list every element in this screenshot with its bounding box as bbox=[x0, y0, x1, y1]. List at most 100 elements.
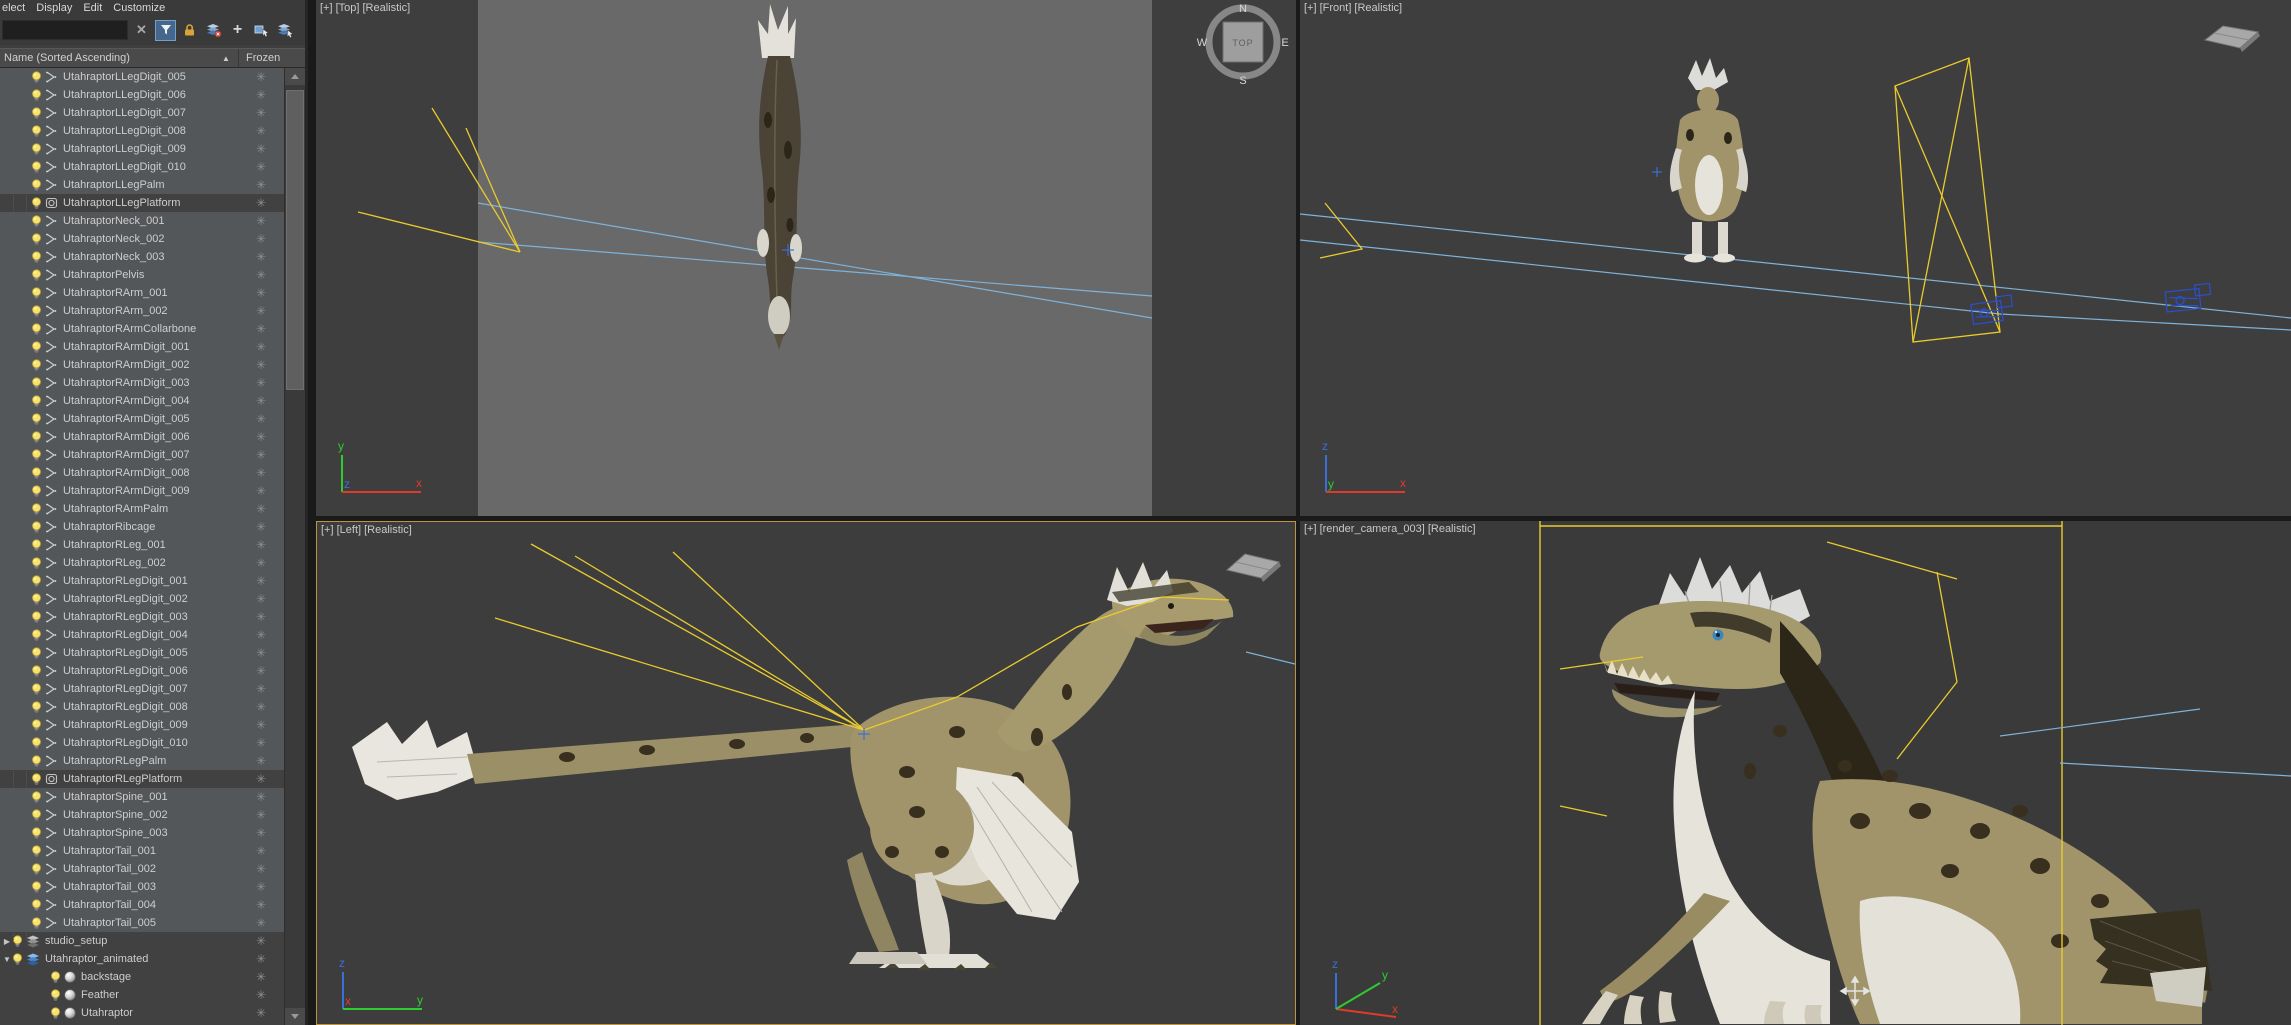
snowflake-icon[interactable]: ✳ bbox=[246, 773, 276, 785]
list-item[interactable]: UtahraptorLLegDigit_010 ✳ bbox=[0, 158, 284, 176]
viewport-front[interactable]: [+] [Front] [Realistic] z x y bbox=[1300, 0, 2291, 516]
list-item[interactable]: UtahraptorTail_003 ✳ bbox=[0, 878, 284, 896]
list-item[interactable]: UtahraptorRLegDigit_003 ✳ bbox=[0, 608, 284, 626]
list-item[interactable]: UtahraptorRLegDigit_008 ✳ bbox=[0, 698, 284, 716]
list-item[interactable]: UtahraptorRLegDigit_006 ✳ bbox=[0, 662, 284, 680]
snowflake-icon[interactable]: ✳ bbox=[246, 881, 276, 893]
search-input[interactable] bbox=[2, 20, 128, 40]
snowflake-icon[interactable]: ✳ bbox=[246, 485, 276, 497]
viewport-render-camera[interactable]: [+] [render_camera_003] [Realistic] z x … bbox=[1300, 521, 2291, 1025]
list-item[interactable]: UtahraptorRArmDigit_003 ✳ bbox=[0, 374, 284, 392]
viewport-camera-label[interactable]: [+] [render_camera_003] [Realistic] bbox=[1304, 523, 1476, 535]
light-bulb-icon[interactable] bbox=[31, 826, 42, 840]
list-item[interactable]: UtahraptorRLegDigit_009 ✳ bbox=[0, 716, 284, 734]
light-bulb-icon[interactable] bbox=[31, 358, 42, 372]
light-bulb-icon[interactable] bbox=[31, 538, 42, 552]
snowflake-icon[interactable]: ✳ bbox=[246, 1007, 276, 1019]
light-bulb-icon[interactable] bbox=[31, 718, 42, 732]
snowflake-icon[interactable]: ✳ bbox=[246, 287, 276, 299]
light-bulb-icon[interactable] bbox=[12, 934, 23, 948]
list-item[interactable]: UtahraptorRArmDigit_007 ✳ bbox=[0, 446, 284, 464]
expand-open-icon[interactable]: ▼ bbox=[2, 955, 12, 964]
column-divider[interactable] bbox=[238, 49, 239, 67]
snowflake-icon[interactable]: ✳ bbox=[246, 305, 276, 317]
snowflake-icon[interactable]: ✳ bbox=[246, 827, 276, 839]
snowflake-icon[interactable]: ✳ bbox=[246, 737, 276, 749]
list-item[interactable]: UtahraptorRibcage ✳ bbox=[0, 518, 284, 536]
list-item[interactable]: UtahraptorTail_005 ✳ bbox=[0, 914, 284, 932]
light-bulb-icon[interactable] bbox=[31, 466, 42, 480]
list-item[interactable]: UtahraptorTail_001 ✳ bbox=[0, 842, 284, 860]
light-bulb-icon[interactable] bbox=[31, 484, 42, 498]
light-bulb-icon[interactable] bbox=[31, 70, 42, 84]
light-bulb-icon[interactable] bbox=[31, 286, 42, 300]
list-item[interactable]: UtahraptorRLegDigit_002 ✳ bbox=[0, 590, 284, 608]
snowflake-icon[interactable]: ✳ bbox=[246, 467, 276, 479]
snowflake-icon[interactable]: ✳ bbox=[246, 107, 276, 119]
snowflake-icon[interactable]: ✳ bbox=[246, 719, 276, 731]
frozen-column-header[interactable]: Frozen bbox=[246, 52, 280, 64]
snowflake-icon[interactable]: ✳ bbox=[246, 845, 276, 857]
light-bulb-icon[interactable] bbox=[31, 160, 42, 174]
snowflake-icon[interactable]: ✳ bbox=[246, 899, 276, 911]
snowflake-icon[interactable]: ✳ bbox=[246, 701, 276, 713]
snowflake-icon[interactable]: ✳ bbox=[246, 755, 276, 767]
list-item[interactable]: UtahraptorRLegDigit_005 ✳ bbox=[0, 644, 284, 662]
light-bulb-icon[interactable] bbox=[31, 754, 42, 768]
list-item[interactable]: UtahraptorRArmDigit_004 ✳ bbox=[0, 392, 284, 410]
light-bulb-icon[interactable] bbox=[31, 592, 42, 606]
scroll-down-button[interactable] bbox=[285, 1008, 305, 1025]
list-item[interactable]: UtahraptorRLegDigit_007 ✳ bbox=[0, 680, 284, 698]
light-bulb-icon[interactable] bbox=[31, 88, 42, 102]
snowflake-icon[interactable]: ✳ bbox=[246, 197, 276, 209]
viewport-top-label[interactable]: [+] [Top] [Realistic] bbox=[320, 2, 410, 14]
clear-search-button[interactable]: ✕ bbox=[131, 20, 152, 41]
snowflake-icon[interactable]: ✳ bbox=[246, 575, 276, 587]
list-item[interactable]: UtahraptorNeck_003 ✳ bbox=[0, 248, 284, 266]
list-item[interactable]: UtahraptorRLegDigit_010 ✳ bbox=[0, 734, 284, 752]
list-item[interactable]: UtahraptorLLegDigit_006 ✳ bbox=[0, 86, 284, 104]
list-item[interactable]: UtahraptorSpine_001 ✳ bbox=[0, 788, 284, 806]
snowflake-icon[interactable]: ✳ bbox=[246, 611, 276, 623]
light-bulb-icon[interactable] bbox=[31, 376, 42, 390]
list-item[interactable]: ▼ Utahraptor_animated ✳ bbox=[0, 950, 284, 968]
snowflake-icon[interactable]: ✳ bbox=[246, 179, 276, 191]
explorer-scrollbar[interactable] bbox=[284, 68, 305, 1025]
light-bulb-icon[interactable] bbox=[31, 250, 42, 264]
snowflake-icon[interactable]: ✳ bbox=[246, 143, 276, 155]
snowflake-icon[interactable]: ✳ bbox=[246, 413, 276, 425]
light-bulb-icon[interactable] bbox=[31, 214, 42, 228]
light-bulb-icon[interactable] bbox=[31, 574, 42, 588]
list-item[interactable]: Feather ✳ bbox=[0, 986, 284, 1004]
snowflake-icon[interactable]: ✳ bbox=[246, 233, 276, 245]
light-bulb-icon[interactable] bbox=[31, 178, 42, 192]
snowflake-icon[interactable]: ✳ bbox=[246, 683, 276, 695]
light-bulb-icon[interactable] bbox=[31, 682, 42, 696]
list-item[interactable]: UtahraptorTail_002 ✳ bbox=[0, 860, 284, 878]
list-item[interactable]: UtahraptorRArm_001 ✳ bbox=[0, 284, 284, 302]
list-item[interactable]: UtahraptorLLegDigit_007 ✳ bbox=[0, 104, 284, 122]
menu-select[interactable]: elect bbox=[0, 2, 36, 14]
light-bulb-icon[interactable] bbox=[31, 322, 42, 336]
light-bulb-icon[interactable] bbox=[31, 142, 42, 156]
light-bulb-icon[interactable] bbox=[31, 268, 42, 282]
list-item[interactable]: UtahraptorLLegPlatform ✳ bbox=[0, 194, 284, 212]
light-bulb-icon[interactable] bbox=[31, 106, 42, 120]
select-by-layer-button[interactable] bbox=[275, 20, 296, 41]
snowflake-icon[interactable]: ✳ bbox=[246, 377, 276, 389]
viewport-left-label[interactable]: [+] [Left] [Realistic] bbox=[321, 524, 412, 536]
light-bulb-icon[interactable] bbox=[31, 502, 42, 516]
snowflake-icon[interactable]: ✳ bbox=[246, 71, 276, 83]
viewport-top[interactable]: [+] [Top] [Realistic] TOP N S W E y x z bbox=[316, 0, 1296, 516]
list-item[interactable]: UtahraptorNeck_001 ✳ bbox=[0, 212, 284, 230]
light-bulb-icon[interactable] bbox=[50, 1006, 61, 1020]
snowflake-icon[interactable]: ✳ bbox=[246, 953, 276, 965]
snowflake-icon[interactable]: ✳ bbox=[246, 125, 276, 137]
light-bulb-icon[interactable] bbox=[31, 646, 42, 660]
list-item[interactable]: backstage ✳ bbox=[0, 968, 284, 986]
list-item[interactable]: UtahraptorRArmDigit_008 ✳ bbox=[0, 464, 284, 482]
new-layer-button[interactable] bbox=[251, 20, 272, 41]
list-item[interactable]: UtahraptorRArmDigit_002 ✳ bbox=[0, 356, 284, 374]
list-item[interactable]: UtahraptorPelvis ✳ bbox=[0, 266, 284, 284]
snowflake-icon[interactable]: ✳ bbox=[246, 935, 276, 947]
